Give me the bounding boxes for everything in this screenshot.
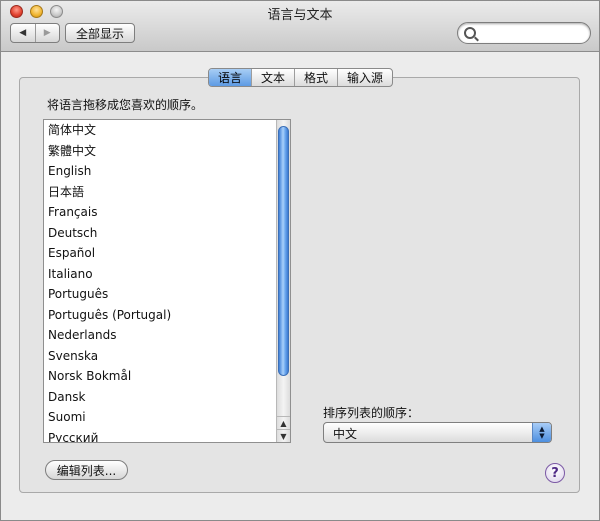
sort-order-value: 中文	[333, 427, 358, 441]
search-field[interactable]	[457, 22, 591, 44]
sort-order-label: 排序列表的顺序：	[323, 406, 420, 420]
list-item[interactable]: Suomi	[44, 407, 290, 428]
list-item[interactable]: 日本語	[44, 182, 290, 203]
popup-arrows-icon: ▲ ▼	[532, 423, 551, 442]
back-button[interactable]: ◀	[11, 24, 36, 42]
tab-input-sources[interactable]: 输入源	[338, 69, 392, 86]
search-icon	[464, 27, 476, 39]
sort-order-popup[interactable]: 中文 ▲ ▼	[323, 422, 552, 443]
window-title: 语言与文本	[267, 8, 333, 23]
show-all-button[interactable]: 全部显示	[65, 23, 135, 43]
list-item[interactable]: Italiano	[44, 264, 290, 285]
list-item[interactable]: 简体中文	[44, 120, 290, 141]
tab-bar: 语言 文本 格式 输入源	[208, 68, 394, 87]
language-list-scrollbar[interactable]: ▲ ▼	[276, 120, 290, 442]
list-item[interactable]: Français	[44, 202, 290, 223]
preferences-window: 语言与文本 ◀ ▶ 全部显示 语言 文本 格式 输入源 将语言拖移成您喜欢的顺序…	[0, 0, 600, 521]
list-item[interactable]: Português (Portugal)	[44, 305, 290, 326]
list-item[interactable]: Norsk Bokmål	[44, 366, 290, 387]
tab-text[interactable]: 文本	[252, 69, 296, 86]
list-item[interactable]: Português	[44, 284, 290, 305]
forward-button[interactable]: ▶	[36, 24, 60, 42]
tab-language[interactable]: 语言	[209, 69, 253, 86]
tab-formats[interactable]: 格式	[295, 69, 339, 86]
language-list[interactable]: 简体中文 繁體中文 English 日本語 Français Deutsch E…	[43, 119, 291, 443]
scrollbar-thumb[interactable]	[278, 126, 289, 376]
scroll-up-arrow-icon[interactable]: ▲	[277, 416, 290, 429]
title-toolbar: 语言与文本 ◀ ▶ 全部显示	[1, 1, 599, 52]
list-item[interactable]: Dansk	[44, 387, 290, 408]
list-item[interactable]: Español	[44, 243, 290, 264]
list-item[interactable]: 繁體中文	[44, 141, 290, 162]
help-button[interactable]: ?	[545, 463, 565, 483]
search-input[interactable]	[478, 25, 590, 43]
back-forward-control: ◀ ▶	[10, 23, 60, 43]
list-item[interactable]: Deutsch	[44, 223, 290, 244]
drag-instruction-label: 将语言拖移成您喜欢的顺序。	[47, 98, 204, 112]
edit-list-button[interactable]: 编辑列表...	[45, 460, 128, 480]
list-item[interactable]: English	[44, 161, 290, 182]
list-item[interactable]: Svenska	[44, 346, 290, 367]
list-item[interactable]: Nederlands	[44, 325, 290, 346]
scroll-down-arrow-icon[interactable]: ▼	[277, 429, 290, 442]
list-item[interactable]: Русский	[44, 428, 290, 443]
